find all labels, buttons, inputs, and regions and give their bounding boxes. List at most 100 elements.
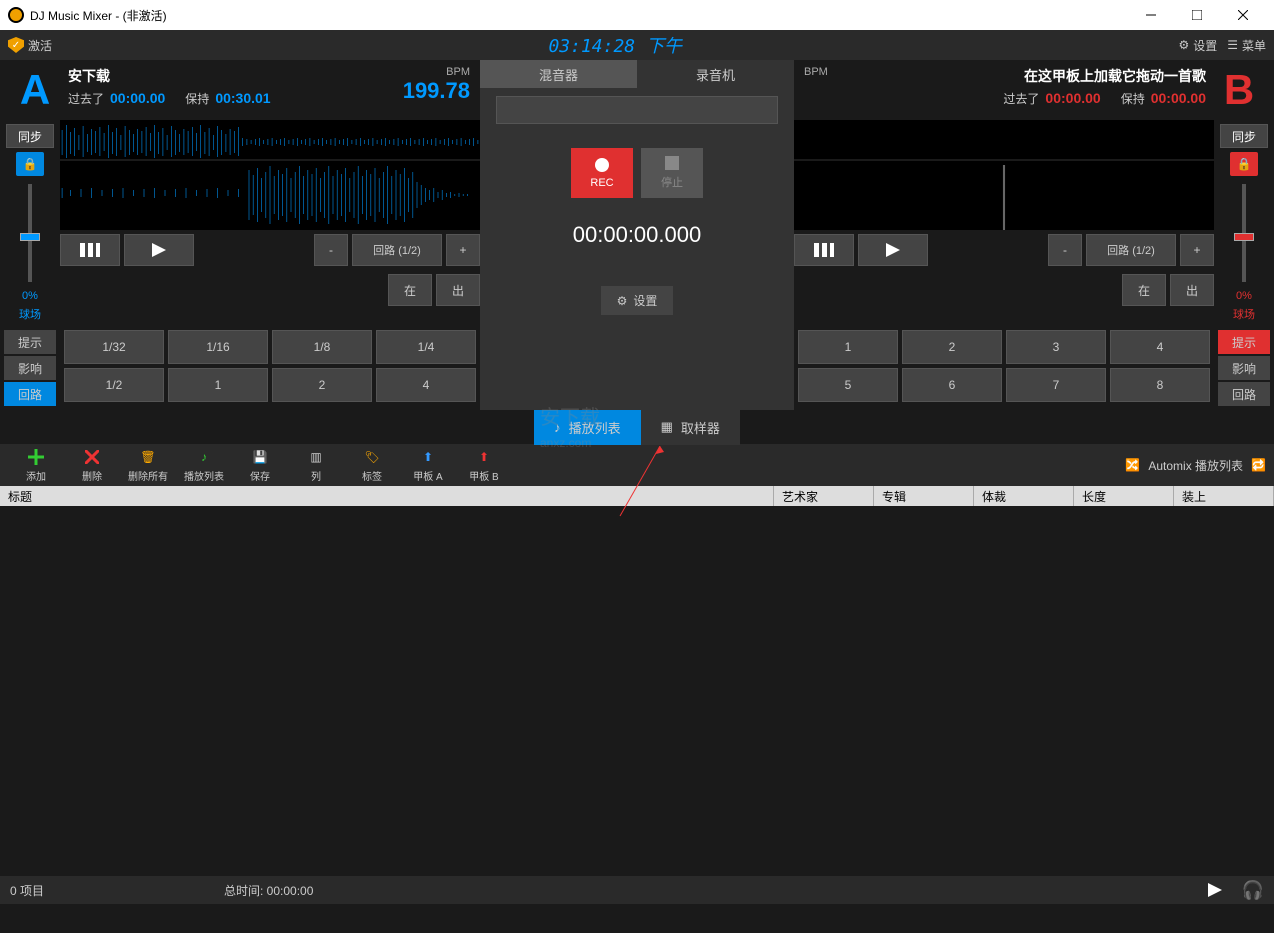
trash-icon: 🗑 <box>139 448 157 466</box>
deck-a-loop-plus[interactable]: + <box>446 234 480 266</box>
deck-b-loop-plus[interactable]: + <box>1180 234 1214 266</box>
repeat-icon: 🔁 <box>1251 458 1266 472</box>
deck-b-pad-6[interactable]: 6 <box>902 368 1002 402</box>
tool-add[interactable]: 添加 <box>8 448 64 483</box>
activate-label: 激活 <box>28 37 52 54</box>
headphones-icon[interactable]: 🎧 <box>1242 880 1264 901</box>
deck-b-pad-7[interactable]: 7 <box>1006 368 1106 402</box>
tab-mixer[interactable]: 混音器 <box>480 60 637 88</box>
col-genre[interactable]: 体裁 <box>974 486 1074 506</box>
stop-record-button[interactable]: 停止 <box>641 148 703 198</box>
recording-name-input[interactable] <box>496 96 778 124</box>
deck-b-pad-2[interactable]: 2 <box>902 330 1002 364</box>
maximize-button[interactable] <box>1174 0 1220 30</box>
clock-display: 03:14:28 下午 <box>52 32 1178 58</box>
deck-a-pad-8[interactable]: 4 <box>376 368 476 402</box>
deck-a-pad-7[interactable]: 2 <box>272 368 372 402</box>
record-time: 00:00:00.000 <box>480 222 794 248</box>
col-loaded[interactable]: 装上 <box>1174 486 1274 506</box>
deck-b-pad-5[interactable]: 5 <box>798 368 898 402</box>
deck-b-loop-minus[interactable]: - <box>1048 234 1082 266</box>
tag-icon: 🏷 <box>363 448 381 466</box>
deck-a-loop-in[interactable]: 在 <box>388 274 432 306</box>
deck-a-remain-label: 保持 <box>185 90 209 107</box>
deck-a-pad-3[interactable]: 1/8 <box>272 330 372 364</box>
deck-a-track-name: 安下载 <box>68 66 395 86</box>
col-album[interactable]: 专辑 <box>874 486 974 506</box>
deck-b-pad-3[interactable]: 3 <box>1006 330 1106 364</box>
tab-recorder[interactable]: 录音机 <box>637 60 794 88</box>
deck-a: A 安下载 过去了00:00.00 保持00:30.01 BPM 199.78 … <box>0 60 480 410</box>
record-settings-button[interactable]: ⚙ 设置 <box>601 286 674 315</box>
deck-b-loop-in[interactable]: 在 <box>1122 274 1166 306</box>
record-button[interactable]: REC <box>571 148 633 198</box>
menu-button[interactable]: ☰ 菜单 <box>1227 37 1266 54</box>
deck-b-loop-out[interactable]: 出 <box>1170 274 1214 306</box>
activate-button[interactable]: ✓ 激活 <box>8 37 52 54</box>
minimize-button[interactable] <box>1128 0 1174 30</box>
deck-b-tab-loop[interactable]: 回路 <box>1218 382 1270 406</box>
tool-columns[interactable]: ▥列 <box>288 448 344 483</box>
tool-delete[interactable]: 删除 <box>64 448 120 483</box>
shuffle-icon: 🔀 <box>1125 458 1140 472</box>
deck-a-lock-button[interactable]: 🔒 <box>16 152 44 176</box>
status-play-button[interactable] <box>1208 883 1222 897</box>
playlist-table-body[interactable] <box>0 506 1274 876</box>
deck-a-tab-cue[interactable]: 提示 <box>4 330 56 354</box>
deck-a-bpm-label: BPM <box>403 66 470 78</box>
deck-a-tab-loop[interactable]: 回路 <box>4 382 56 406</box>
deck-b-pad-1[interactable]: 1 <box>798 330 898 364</box>
deck-b-pitch-slider[interactable] <box>1232 184 1256 282</box>
deck-a-tab-fx[interactable]: 影响 <box>4 356 56 380</box>
tool-tags[interactable]: 🏷标签 <box>344 448 400 483</box>
settings-label: 设置 <box>1193 37 1217 54</box>
tab-sampler[interactable]: ▦ 取样器 <box>641 410 740 445</box>
columns-icon: ▥ <box>307 448 325 466</box>
deck-b-pause-button[interactable] <box>794 234 854 266</box>
col-artist[interactable]: 艺术家 <box>774 486 874 506</box>
deck-a-play-button[interactable] <box>124 234 194 266</box>
deck-a-pitch-slider[interactable] <box>18 184 42 282</box>
sampler-label: 取样器 <box>681 418 720 437</box>
deck-b-pad-8[interactable]: 8 <box>1110 368 1210 402</box>
deck-b-tab-fx[interactable]: 影响 <box>1218 356 1270 380</box>
save-icon: 💾 <box>251 448 269 466</box>
deck-b-elapsed: 00:00.00 <box>1045 90 1100 106</box>
deck-a-elapsed: 00:00.00 <box>110 90 165 106</box>
tool-save[interactable]: 💾保存 <box>232 448 288 483</box>
settings-button[interactable]: ⚙ 设置 <box>1178 37 1217 54</box>
menu-icon: ☰ <box>1227 38 1238 52</box>
deck-a-pause-button[interactable] <box>60 234 120 266</box>
deck-b-sync-button[interactable]: 同步 <box>1220 124 1268 148</box>
tool-delete-all[interactable]: 🗑删除所有 <box>120 448 176 483</box>
tool-playlist[interactable]: ♪播放列表 <box>176 448 232 483</box>
close-button[interactable] <box>1220 0 1266 30</box>
deck-b-elapsed-label: 过去了 <box>1003 90 1039 107</box>
status-items: 0 项目 <box>10 882 44 899</box>
automix-button[interactable]: 🔀 Automix 播放列表 🔁 <box>1125 457 1266 474</box>
deck-a-loop-out[interactable]: 出 <box>436 274 480 306</box>
deck-a-sync-button[interactable]: 同步 <box>6 124 54 148</box>
deck-b-lock-button[interactable]: 🔒 <box>1230 152 1258 176</box>
tool-deck-b[interactable]: ⬆甲板 B <box>456 448 512 483</box>
deck-a-loop-display[interactable]: 回路 (1/2) <box>352 234 442 266</box>
deck-a-waveform[interactable] <box>60 120 480 230</box>
deck-b-play-button[interactable] <box>858 234 928 266</box>
deck-b-loop-display[interactable]: 回路 (1/2) <box>1086 234 1176 266</box>
tool-deck-a[interactable]: ⬆甲板 A <box>400 448 456 483</box>
gear-icon: ⚙ <box>617 294 628 308</box>
deck-a-pad-1[interactable]: 1/32 <box>64 330 164 364</box>
deck-b-bpm-label: BPM <box>804 66 828 78</box>
deck-a-pad-5[interactable]: 1/2 <box>64 368 164 402</box>
deck-a-pad-2[interactable]: 1/16 <box>168 330 268 364</box>
status-total-time: 总时间: 00:00:00 <box>224 882 313 899</box>
deck-a-loop-minus[interactable]: - <box>314 234 348 266</box>
deck-b-waveform[interactable] <box>794 120 1214 230</box>
deck-a-pad-4[interactable]: 1/4 <box>376 330 476 364</box>
deck-b-tab-cue[interactable]: 提示 <box>1218 330 1270 354</box>
deck-b-remain: 00:00.00 <box>1151 90 1206 106</box>
deck-a-letter: A <box>10 66 60 114</box>
col-length[interactable]: 长度 <box>1074 486 1174 506</box>
deck-b-pad-4[interactable]: 4 <box>1110 330 1210 364</box>
deck-a-pad-6[interactable]: 1 <box>168 368 268 402</box>
